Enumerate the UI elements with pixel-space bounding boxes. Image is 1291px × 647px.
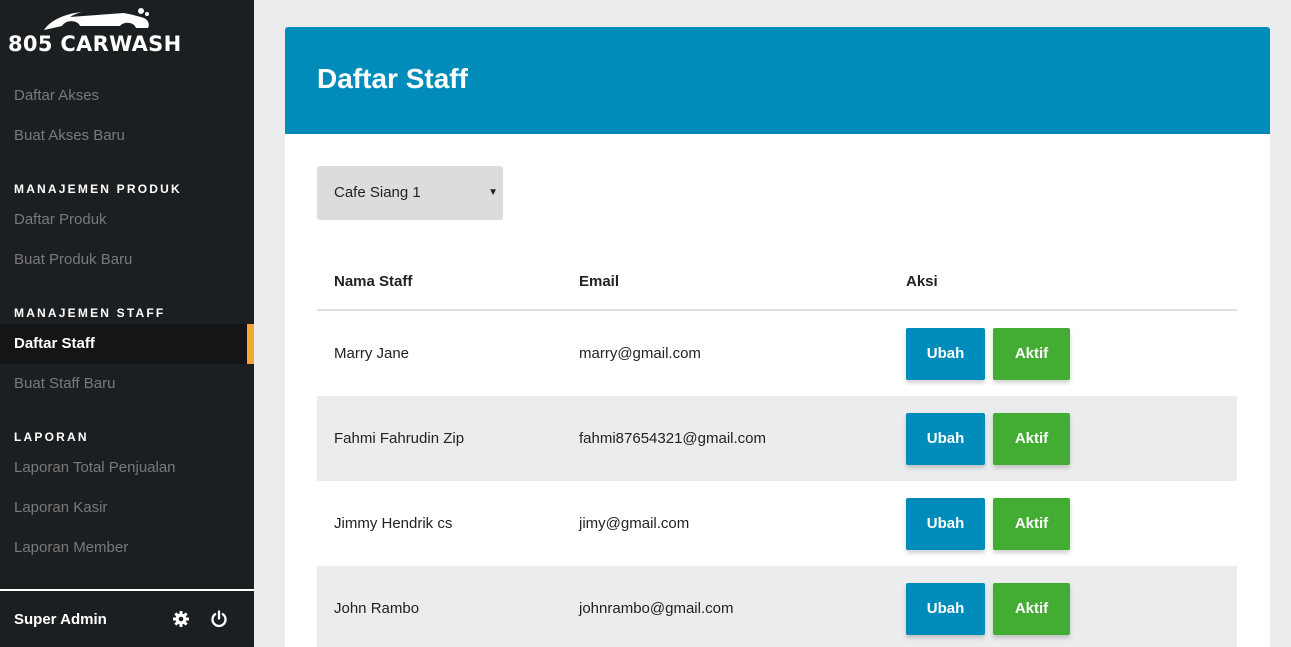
- sidebar-section-staff: MANAJEMEN STAFF: [14, 306, 166, 320]
- table-row: Marry Jane marry@gmail.com Ubah Aktif: [317, 311, 1237, 396]
- sidebar-item-buat-produk-baru[interactable]: Buat Produk Baru: [0, 240, 254, 280]
- sidebar-item-buat-akses-baru[interactable]: Buat Akses Baru: [0, 116, 254, 156]
- staff-email: fahmi87654321@gmail.com: [579, 430, 766, 447]
- brand-logo[interactable]: 805 CARWASH: [8, 4, 208, 58]
- staff-name: Jimmy Hendrik cs: [334, 515, 453, 532]
- edit-button[interactable]: Ubah: [906, 498, 985, 550]
- gear-icon[interactable]: [171, 609, 191, 629]
- sidebar-item-laporan-member[interactable]: Laporan Member: [0, 528, 254, 568]
- staff-email: johnrambo@gmail.com: [579, 600, 734, 617]
- car-silhouette-icon: [44, 8, 149, 30]
- staff-name: John Rambo: [334, 600, 420, 617]
- table-row: Jimmy Hendrik cs jimy@gmail.com Ubah Akt…: [317, 481, 1237, 566]
- sidebar-section-laporan: LAPORAN: [14, 430, 89, 444]
- caret-down-icon: ▼: [488, 187, 498, 198]
- column-header-aksi: Aksi: [906, 273, 938, 290]
- status-active-button[interactable]: Aktif: [993, 413, 1070, 465]
- column-header-email: Email: [579, 273, 620, 290]
- panel-header: Daftar Staff: [285, 27, 1270, 134]
- column-header-nama: Nama Staff: [334, 273, 413, 290]
- sidebar-item-daftar-akses[interactable]: Daftar Akses: [0, 76, 254, 116]
- sidebar-divider: [0, 589, 254, 591]
- edit-button[interactable]: Ubah: [906, 413, 985, 465]
- edit-button[interactable]: Ubah: [906, 328, 985, 380]
- staff-email: marry@gmail.com: [579, 345, 701, 362]
- user-name: Super Admin: [14, 611, 107, 628]
- sidebar-item-daftar-staff[interactable]: Daftar Staff: [0, 324, 254, 364]
- staff-email: jimy@gmail.com: [579, 515, 690, 532]
- power-icon[interactable]: [209, 609, 229, 629]
- sidebar-item-buat-staff-baru[interactable]: Buat Staff Baru: [0, 364, 254, 404]
- edit-button[interactable]: Ubah: [906, 583, 985, 635]
- location-select-value: Cafe Siang 1: [334, 184, 421, 201]
- table-row: John Rambo johnrambo@gmail.com Ubah Akti…: [317, 566, 1237, 647]
- status-active-button[interactable]: Aktif: [993, 498, 1070, 550]
- staff-name: Marry Jane: [334, 345, 410, 362]
- sidebar-item-laporan-total-penjualan[interactable]: Laporan Total Penjualan: [0, 448, 254, 488]
- sidebar-item-daftar-produk[interactable]: Daftar Produk: [0, 200, 254, 240]
- location-select[interactable]: Cafe Siang 1 ▼: [317, 166, 503, 220]
- staff-panel: Daftar Staff Cafe Siang 1 ▼ Nama Staff E…: [285, 27, 1270, 647]
- sidebar: 805 CARWASH Daftar Akses Buat Akses Baru…: [0, 0, 254, 647]
- brand-name: 805 CARWASH: [8, 32, 182, 56]
- table-row: Fahmi Fahrudin Zip fahmi87654321@gmail.c…: [317, 396, 1237, 481]
- page-title: Daftar Staff: [317, 63, 468, 94]
- staff-name: Fahmi Fahrudin Zip: [334, 430, 465, 447]
- sidebar-item-laporan-kasir[interactable]: Laporan Kasir: [0, 488, 254, 528]
- status-active-button[interactable]: Aktif: [993, 583, 1070, 635]
- status-active-button[interactable]: Aktif: [993, 328, 1070, 380]
- sidebar-section-produk: MANAJEMEN PRODUK: [14, 182, 182, 196]
